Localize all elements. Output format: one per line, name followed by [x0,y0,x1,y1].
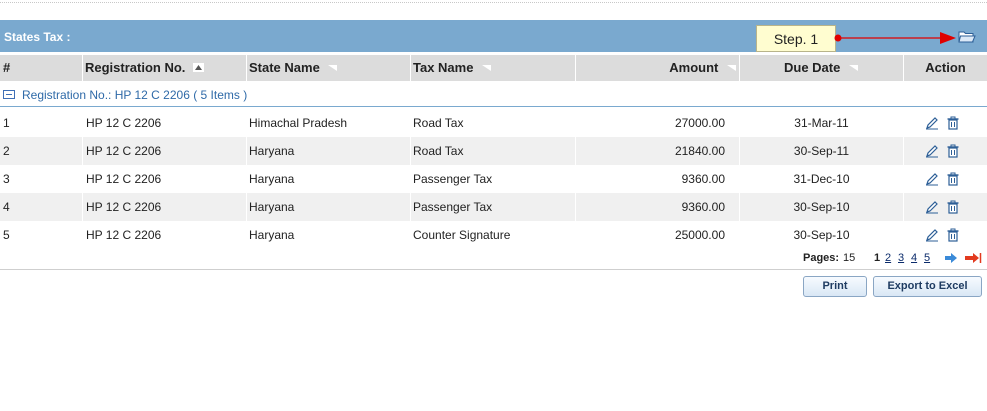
table-row[interactable]: 3 HP 12 C 2206 Haryana Passenger Tax 936… [0,165,987,193]
cell-due-date: 30-Sep-11 [740,137,904,165]
cell-tax: Passenger Tax [411,193,576,221]
page-link-4[interactable]: 4 [911,252,917,264]
sort-icon[interactable] [726,63,737,72]
cell-state: Haryana [247,193,411,221]
page-link-5[interactable]: 5 [924,252,930,264]
group-row[interactable]: Registration No.: HP 12 C 2206 ( 5 Items… [0,86,987,104]
col-header-due-date[interactable]: Due Date [740,55,904,81]
next-arrow-icon[interactable] [944,252,958,264]
pencil-edit-icon[interactable] [925,116,939,130]
col-header-tax-label: Tax Name [413,60,474,75]
table-row[interactable]: 5 HP 12 C 2206 Haryana Counter Signature… [0,221,987,249]
cell-tax: Passenger Tax [411,165,576,193]
footer-divider [0,269,987,270]
page-link-3[interactable]: 3 [898,252,904,264]
sort-asc-icon[interactable] [193,63,205,73]
sort-icon[interactable] [481,63,492,72]
trash-icon[interactable] [946,172,960,186]
cell-due-date: 31-Dec-10 [740,165,904,193]
col-header-registration-label: Registration No. [85,60,186,75]
cell-amount: 25000.00 [576,221,740,249]
cell-due-date: 30-Sep-10 [740,221,904,249]
page-link-2[interactable]: 2 [885,252,891,264]
sort-icon[interactable] [848,63,859,72]
col-header-action-label: Action [925,60,966,75]
trash-icon[interactable] [946,144,960,158]
page-link-1[interactable]: 1 [874,252,880,264]
cell-number: 1 [0,109,83,137]
cell-state: Himachal Pradesh [247,109,411,137]
group-divider [0,106,987,107]
cell-amount: 9360.00 [576,193,740,221]
pencil-edit-icon[interactable] [925,200,939,214]
pencil-edit-icon[interactable] [925,228,939,242]
trash-icon[interactable] [946,228,960,242]
cell-tax: Counter Signature [411,221,576,249]
pages-count: 15 [843,252,856,264]
table-row[interactable]: 2 HP 12 C 2206 Haryana Road Tax 21840.00… [0,137,987,165]
col-header-state-label: State Name [249,60,320,75]
export-excel-button[interactable]: Export to Excel [873,276,982,297]
col-header-due-date-label: Due Date [784,60,841,75]
cell-state: Haryana [247,221,411,249]
cell-due-date: 30-Sep-10 [740,193,904,221]
cell-number: 3 [0,165,83,193]
col-header-number: # [0,55,83,81]
sort-icon[interactable] [327,63,338,72]
cell-registration: HP 12 C 2206 [83,221,247,249]
collapse-group-icon[interactable] [3,90,15,99]
col-header-amount-label: Amount [669,60,719,75]
cell-number: 2 [0,137,83,165]
table-header: # Registration No. State Name Tax Name A… [0,55,987,81]
col-header-amount[interactable]: Amount [576,55,740,81]
group-label: Registration No.: HP 12 C 2206 ( 5 Items… [22,88,248,102]
cell-tax: Road Tax [411,109,576,137]
cell-state: Haryana [247,165,411,193]
last-arrow-icon[interactable] [964,252,982,264]
cell-number: 4 [0,193,83,221]
cell-amount: 21840.00 [576,137,740,165]
col-header-action: Action [904,55,987,81]
col-header-tax[interactable]: Tax Name [411,55,576,81]
trash-icon[interactable] [946,200,960,214]
cell-amount: 27000.00 [576,109,740,137]
cell-registration: HP 12 C 2206 [83,137,247,165]
table-row[interactable]: 1 HP 12 C 2206 Himachal Pradesh Road Tax… [0,109,987,137]
pencil-edit-icon[interactable] [925,144,939,158]
cell-amount: 9360.00 [576,165,740,193]
table-row[interactable]: 4 HP 12 C 2206 Haryana Passenger Tax 936… [0,193,987,221]
cell-tax: Road Tax [411,137,576,165]
cell-due-date: 31-Mar-11 [740,109,904,137]
col-header-state[interactable]: State Name [247,55,411,81]
pencil-edit-icon[interactable] [925,172,939,186]
cell-state: Haryana [247,137,411,165]
folder-open-icon[interactable] [958,29,976,45]
cell-registration: HP 12 C 2206 [83,193,247,221]
print-button[interactable]: Print [803,276,867,297]
pages-label: Pages: [803,252,840,264]
cell-number: 5 [0,221,83,249]
col-header-registration[interactable]: Registration No. [83,55,247,81]
col-header-number-label: # [3,60,11,75]
cell-registration: HP 12 C 2206 [83,165,247,193]
cell-registration: HP 12 C 2206 [83,109,247,137]
trash-icon[interactable] [946,116,960,130]
